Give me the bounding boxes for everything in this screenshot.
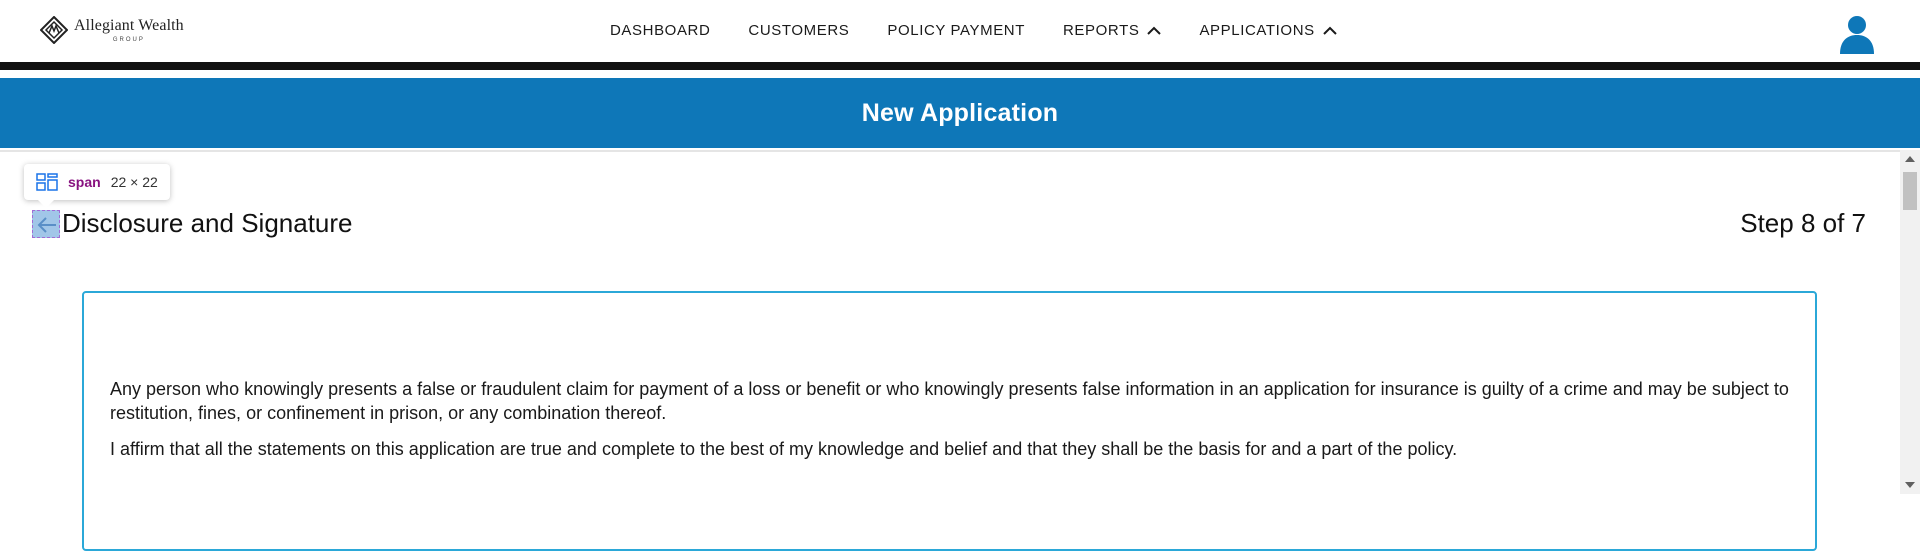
back-button[interactable]: [32, 210, 60, 238]
brand-subtitle: GROUP: [112, 36, 145, 43]
nav-policy-payment[interactable]: POLICY PAYMENT: [887, 22, 1025, 39]
scroll-up-arrow-icon[interactable]: [1905, 156, 1915, 162]
nav-customers[interactable]: CUSTOMERS: [748, 22, 849, 39]
inspector-tag-name: span: [68, 174, 101, 190]
scrollbar-thumb[interactable]: [1903, 172, 1917, 210]
chevron-up-icon: [1147, 26, 1162, 35]
disclosure-paragraph-fraud: Any person who knowingly presents a fals…: [110, 379, 1789, 423]
disclosure-card: Any person who knowingly presents a fals…: [82, 291, 1817, 551]
nav-applications[interactable]: APPLICATIONS: [1199, 22, 1337, 39]
flex-layout-icon: [36, 173, 58, 191]
page-title: New Application: [861, 98, 1059, 127]
scroll-down-arrow-icon[interactable]: [1905, 482, 1915, 488]
step-indicator: Step 8 of 7: [1740, 208, 1866, 238]
main-nav: DASHBOARD CUSTOMERS POLICY PAYMENT REPOR…: [610, 22, 1337, 39]
top-nav-bar: Allegiant Wealth GROUP DASHBOARD CUSTOME…: [0, 0, 1920, 70]
disclosure-paragraph-affirmation: I affirm that all the statements on this…: [110, 439, 1458, 459]
nav-dashboard-label: DASHBOARD: [610, 22, 711, 39]
nav-customers-label: CUSTOMERS: [748, 22, 850, 39]
section-title: Disclosure and Signature: [62, 208, 353, 238]
nav-reports[interactable]: REPORTS: [1063, 22, 1162, 39]
brand-wordmark: Allegiant Wealth GROUP: [74, 16, 184, 43]
brand-name: Allegiant Wealth: [74, 16, 184, 34]
chevron-up-icon: [1323, 26, 1337, 35]
nav-policy-payment-label: POLICY PAYMENT: [887, 22, 1025, 39]
nav-reports-label: REPORTS: [1063, 22, 1140, 39]
page-header-band: New Application: [0, 78, 1920, 148]
arrow-left-icon: [37, 217, 56, 233]
logo-mark-icon: [40, 16, 68, 44]
nav-applications-label: APPLICATIONS: [1199, 22, 1315, 39]
vertical-scrollbar[interactable]: [1900, 150, 1920, 494]
user-account-icon[interactable]: [1838, 14, 1876, 54]
brand-logo[interactable]: Allegiant Wealth GROUP: [40, 16, 184, 44]
nav-dashboard[interactable]: DASHBOARD: [610, 22, 710, 39]
header-divider: [0, 150, 1900, 152]
inspector-tooltip: span 22 × 22: [24, 164, 170, 208]
inspector-dimensions: 22 × 22: [110, 174, 158, 190]
